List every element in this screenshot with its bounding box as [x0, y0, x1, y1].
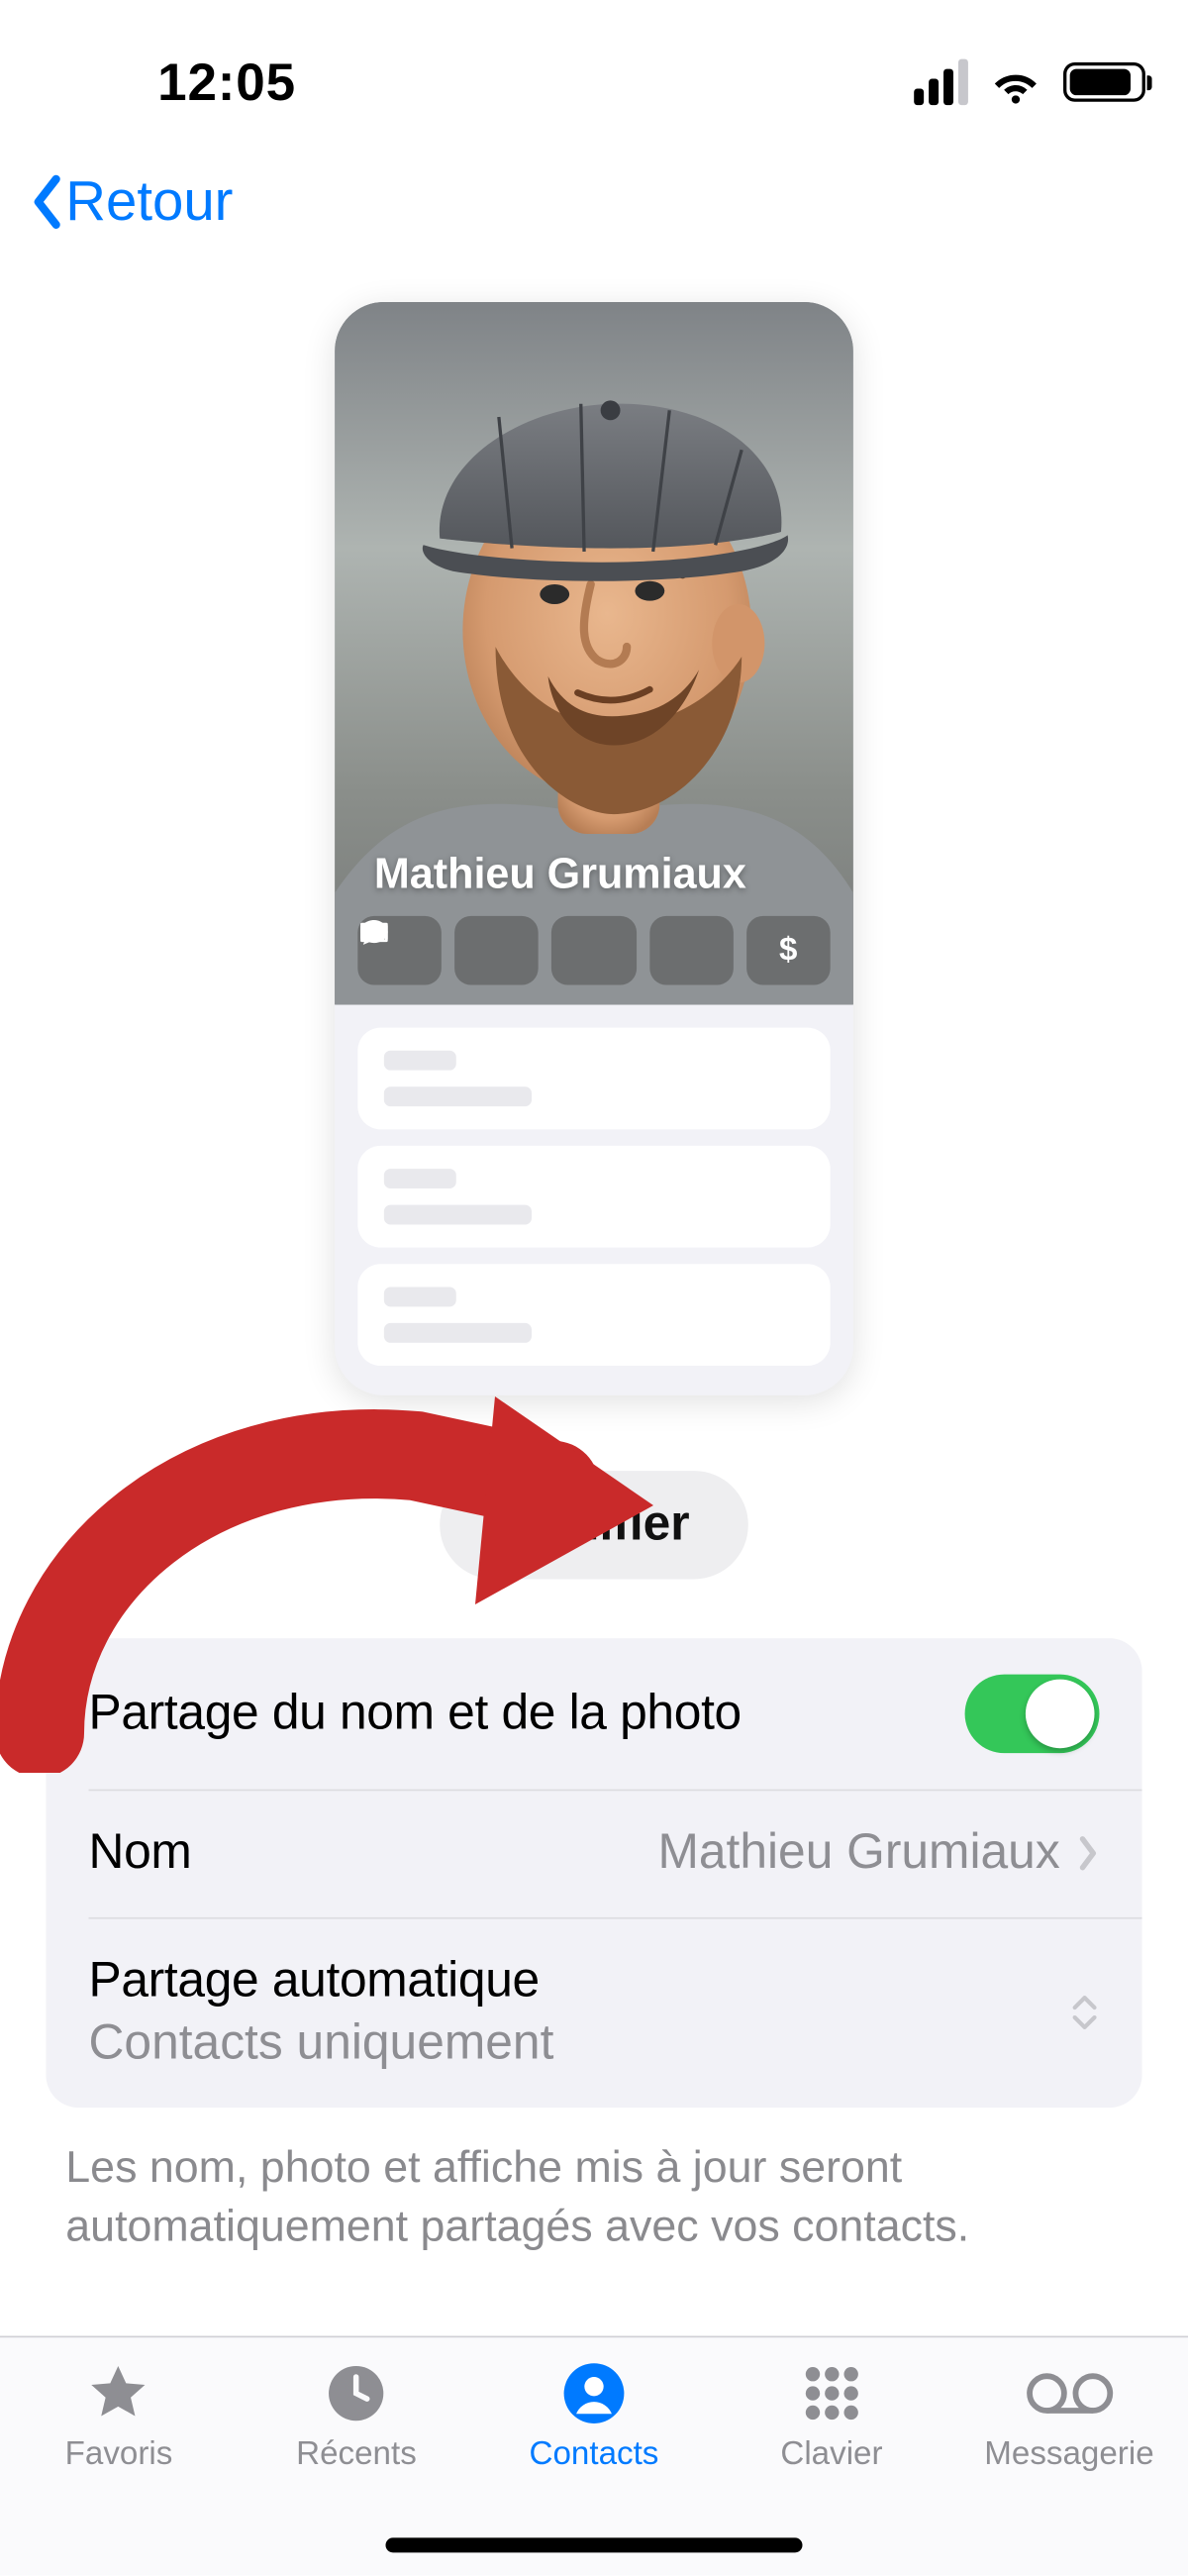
clock-icon — [324, 2360, 389, 2425]
back-label: Retour — [65, 170, 233, 235]
back-button[interactable]: Retour — [30, 170, 234, 235]
contact-poster-preview: Mathieu Grumiaux $ — [335, 302, 853, 1395]
person-icon — [561, 2360, 627, 2425]
tab-label: Favoris — [65, 2436, 173, 2474]
share-name-photo-toggle[interactable] — [965, 1675, 1100, 1754]
status-bar: 12:05 — [0, 0, 1188, 164]
auto-share-row[interactable]: Partage automatique Contacts uniquement — [46, 1917, 1141, 2108]
call-action[interactable] — [454, 916, 539, 985]
tab-label: Clavier — [780, 2436, 882, 2474]
name-value: Mathieu Grumiaux — [657, 1825, 1059, 1881]
status-indicators — [914, 57, 1145, 107]
cellular-signal-icon — [914, 59, 968, 105]
tab-bar: Favoris Récents Contacts Clavier — [0, 2336, 1188, 2576]
tab-label: Récents — [296, 2436, 417, 2474]
auto-share-value: Contacts uniquement — [89, 2015, 554, 2071]
mail-icon — [357, 916, 390, 949]
battery-icon — [1063, 62, 1145, 102]
chevron-left-icon — [30, 174, 62, 230]
card-action-row: $ — [357, 916, 830, 985]
name-row[interactable]: Nom Mathieu Grumiaux — [46, 1790, 1141, 1917]
status-time: 12:05 — [157, 52, 296, 112]
sharing-settings-group: Partage du nom et de la photo Nom Mathie… — [46, 1638, 1141, 2108]
wifi-icon — [991, 57, 1040, 107]
mail-action[interactable] — [649, 916, 734, 985]
keypad-icon — [799, 2360, 864, 2425]
contact-name: Mathieu Grumiaux — [374, 849, 814, 899]
modify-button[interactable]: Modifier — [440, 1471, 749, 1579]
tab-voicemail[interactable]: Messagerie — [950, 2337, 1188, 2575]
home-indicator — [386, 2537, 803, 2552]
voicemail-icon — [1024, 2360, 1116, 2425]
star-icon — [86, 2360, 151, 2425]
nav-bar: Retour — [0, 164, 1188, 254]
share-name-photo-label: Partage du nom et de la photo — [89, 1686, 742, 1741]
sharing-footer-note: Les nom, photo et affiche mis à jour ser… — [65, 2137, 1122, 2257]
tab-label: Messagerie — [984, 2436, 1153, 2474]
card-body-placeholder — [335, 1004, 853, 1394]
share-name-photo-row: Partage du nom et de la photo — [46, 1638, 1141, 1789]
contact-photo: Mathieu Grumiaux $ — [335, 302, 853, 1004]
name-label: Nom — [89, 1825, 192, 1881]
tab-label: Contacts — [530, 2436, 659, 2474]
chevron-right-icon — [1076, 1833, 1099, 1873]
tab-favorites[interactable]: Favoris — [0, 2337, 238, 2575]
up-down-chevron-icon — [1070, 1995, 1100, 2030]
video-action[interactable] — [552, 916, 637, 985]
dollar-icon: $ — [779, 932, 797, 970]
pay-action[interactable]: $ — [746, 916, 831, 985]
auto-share-label: Partage automatique — [89, 1953, 554, 2009]
